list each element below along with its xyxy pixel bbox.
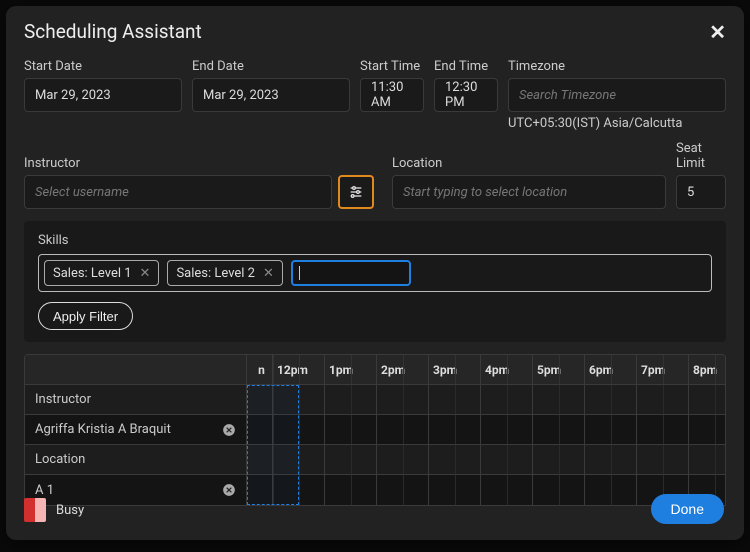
skill-input[interactable]: [291, 260, 411, 286]
grid-cell[interactable]: [429, 445, 481, 474]
dialog-title: Scheduling Assistant: [24, 20, 202, 43]
busy-swatch: [24, 498, 46, 522]
seat-limit-input[interactable]: 5: [676, 175, 726, 209]
grid-row: Instructor: [25, 385, 725, 415]
grid-row-label: Instructor: [35, 392, 91, 407]
availability-grid: n 12pm 1pm 2pm 3pm 4pm 5pm 6pm 7pm 8pm 9…: [24, 354, 726, 506]
grid-row-label: Location: [35, 452, 85, 467]
chip-remove-icon[interactable]: ✕: [140, 266, 151, 281]
dialog-header: Scheduling Assistant ✕: [24, 20, 726, 43]
grid-hour-header: 8pm: [689, 355, 726, 384]
grid-cell[interactable]: [585, 415, 637, 444]
grid-row: Location: [25, 445, 725, 475]
skill-chip-label: Sales: Level 2: [176, 266, 255, 281]
chip-remove-icon[interactable]: ✕: [263, 266, 274, 281]
grid-row-label: Agriffa Kristia A Braquit: [35, 422, 171, 437]
skills-label: Skills: [38, 233, 712, 248]
done-button[interactable]: Done: [651, 494, 724, 524]
timezone-note: UTC+05:30(IST) Asia/Calcutta: [508, 116, 726, 131]
grid-cell[interactable]: [585, 445, 637, 474]
apply-filter-button[interactable]: Apply Filter: [38, 302, 133, 330]
grid-cell[interactable]: [377, 415, 429, 444]
busy-label: Busy: [56, 503, 84, 518]
grid-cell[interactable]: [689, 385, 726, 414]
seat-limit-label: Seat Limit: [676, 141, 726, 171]
start-date-label: Start Date: [24, 59, 182, 74]
grid-hour-header: 4pm: [481, 355, 533, 384]
start-date-input[interactable]: Mar 29, 2023: [24, 78, 182, 112]
grid-cell[interactable]: [377, 445, 429, 474]
start-time-input[interactable]: 11:30 AM: [360, 78, 424, 112]
grid-row: Agriffa Kristia A Braquit: [25, 415, 725, 445]
grid-corner: [25, 355, 247, 384]
skill-chip[interactable]: Sales: Level 2 ✕: [167, 260, 282, 286]
grid-cell[interactable]: [429, 385, 481, 414]
grid-cell[interactable]: [247, 445, 273, 474]
timezone-label: Timezone: [508, 59, 726, 74]
scheduling-assistant-dialog: Scheduling Assistant ✕ Start Date Mar 29…: [6, 6, 744, 540]
grid-hour-header: 5pm: [533, 355, 585, 384]
end-date-label: End Date: [192, 59, 350, 74]
grid-cell[interactable]: [325, 415, 377, 444]
text-cursor: [299, 266, 300, 280]
instructor-filter-button[interactable]: [338, 175, 374, 209]
grid-hour-header: 6pm: [585, 355, 637, 384]
grid-hour-header: 3pm: [429, 355, 481, 384]
location-label: Location: [392, 156, 666, 171]
timezone-input[interactable]: Search Timezone: [508, 78, 726, 112]
grid-hour-partial: n: [247, 355, 273, 384]
row-clear-icon[interactable]: [222, 423, 236, 437]
date-time-row: Start Date Mar 29, 2023 End Date Mar 29,…: [24, 59, 726, 131]
location-input[interactable]: Start typing to select location: [392, 175, 666, 209]
sliders-icon: [348, 184, 364, 200]
grid-cell[interactable]: [533, 415, 585, 444]
close-icon[interactable]: ✕: [709, 22, 726, 42]
grid-cell[interactable]: [429, 415, 481, 444]
skills-chips-container[interactable]: Sales: Level 1 ✕ Sales: Level 2 ✕: [38, 254, 712, 292]
instructor-location-row: Instructor Select username Location Star…: [24, 141, 726, 209]
end-time-input[interactable]: 12:30 PM: [434, 78, 498, 112]
start-time-label: Start Time: [360, 59, 424, 74]
grid-row-label: A 1: [35, 483, 54, 498]
legend: Busy: [24, 498, 666, 522]
grid-cell[interactable]: [481, 415, 533, 444]
grid-hour-header: 7pm: [637, 355, 689, 384]
grid-cell[interactable]: [377, 385, 429, 414]
grid-cell[interactable]: [247, 385, 273, 414]
instructor-label: Instructor: [24, 156, 382, 171]
instructor-input[interactable]: Select username: [24, 175, 332, 209]
grid-cell[interactable]: [273, 415, 325, 444]
grid-hour-header: 1pm: [325, 355, 377, 384]
grid-cell[interactable]: [481, 385, 533, 414]
grid-cell[interactable]: [481, 445, 533, 474]
row-clear-icon[interactable]: [222, 483, 236, 497]
grid-cell[interactable]: [273, 385, 325, 414]
skills-panel: Skills Sales: Level 1 ✕ Sales: Level 2 ✕…: [24, 221, 726, 342]
grid-cell[interactable]: [637, 445, 689, 474]
grid-hour-header: 2pm: [377, 355, 429, 384]
end-date-input[interactable]: Mar 29, 2023: [192, 78, 350, 112]
end-time-label: End Time: [434, 59, 498, 74]
grid-cell[interactable]: [325, 385, 377, 414]
grid-cell[interactable]: [637, 415, 689, 444]
grid-hour-header: 12pm: [273, 355, 325, 384]
grid-cell[interactable]: [325, 445, 377, 474]
grid-cell[interactable]: [247, 415, 273, 444]
grid-cell[interactable]: [533, 385, 585, 414]
grid-cell[interactable]: [533, 445, 585, 474]
grid-cell[interactable]: [637, 385, 689, 414]
grid-cell[interactable]: [273, 445, 325, 474]
grid-cell[interactable]: [689, 445, 726, 474]
skill-chip-label: Sales: Level 1: [53, 266, 132, 281]
grid-cell[interactable]: [585, 385, 637, 414]
grid-header-row: n 12pm 1pm 2pm 3pm 4pm 5pm 6pm 7pm 8pm 9…: [25, 355, 725, 385]
skill-chip[interactable]: Sales: Level 1 ✕: [44, 260, 159, 286]
grid-cell[interactable]: [689, 415, 726, 444]
